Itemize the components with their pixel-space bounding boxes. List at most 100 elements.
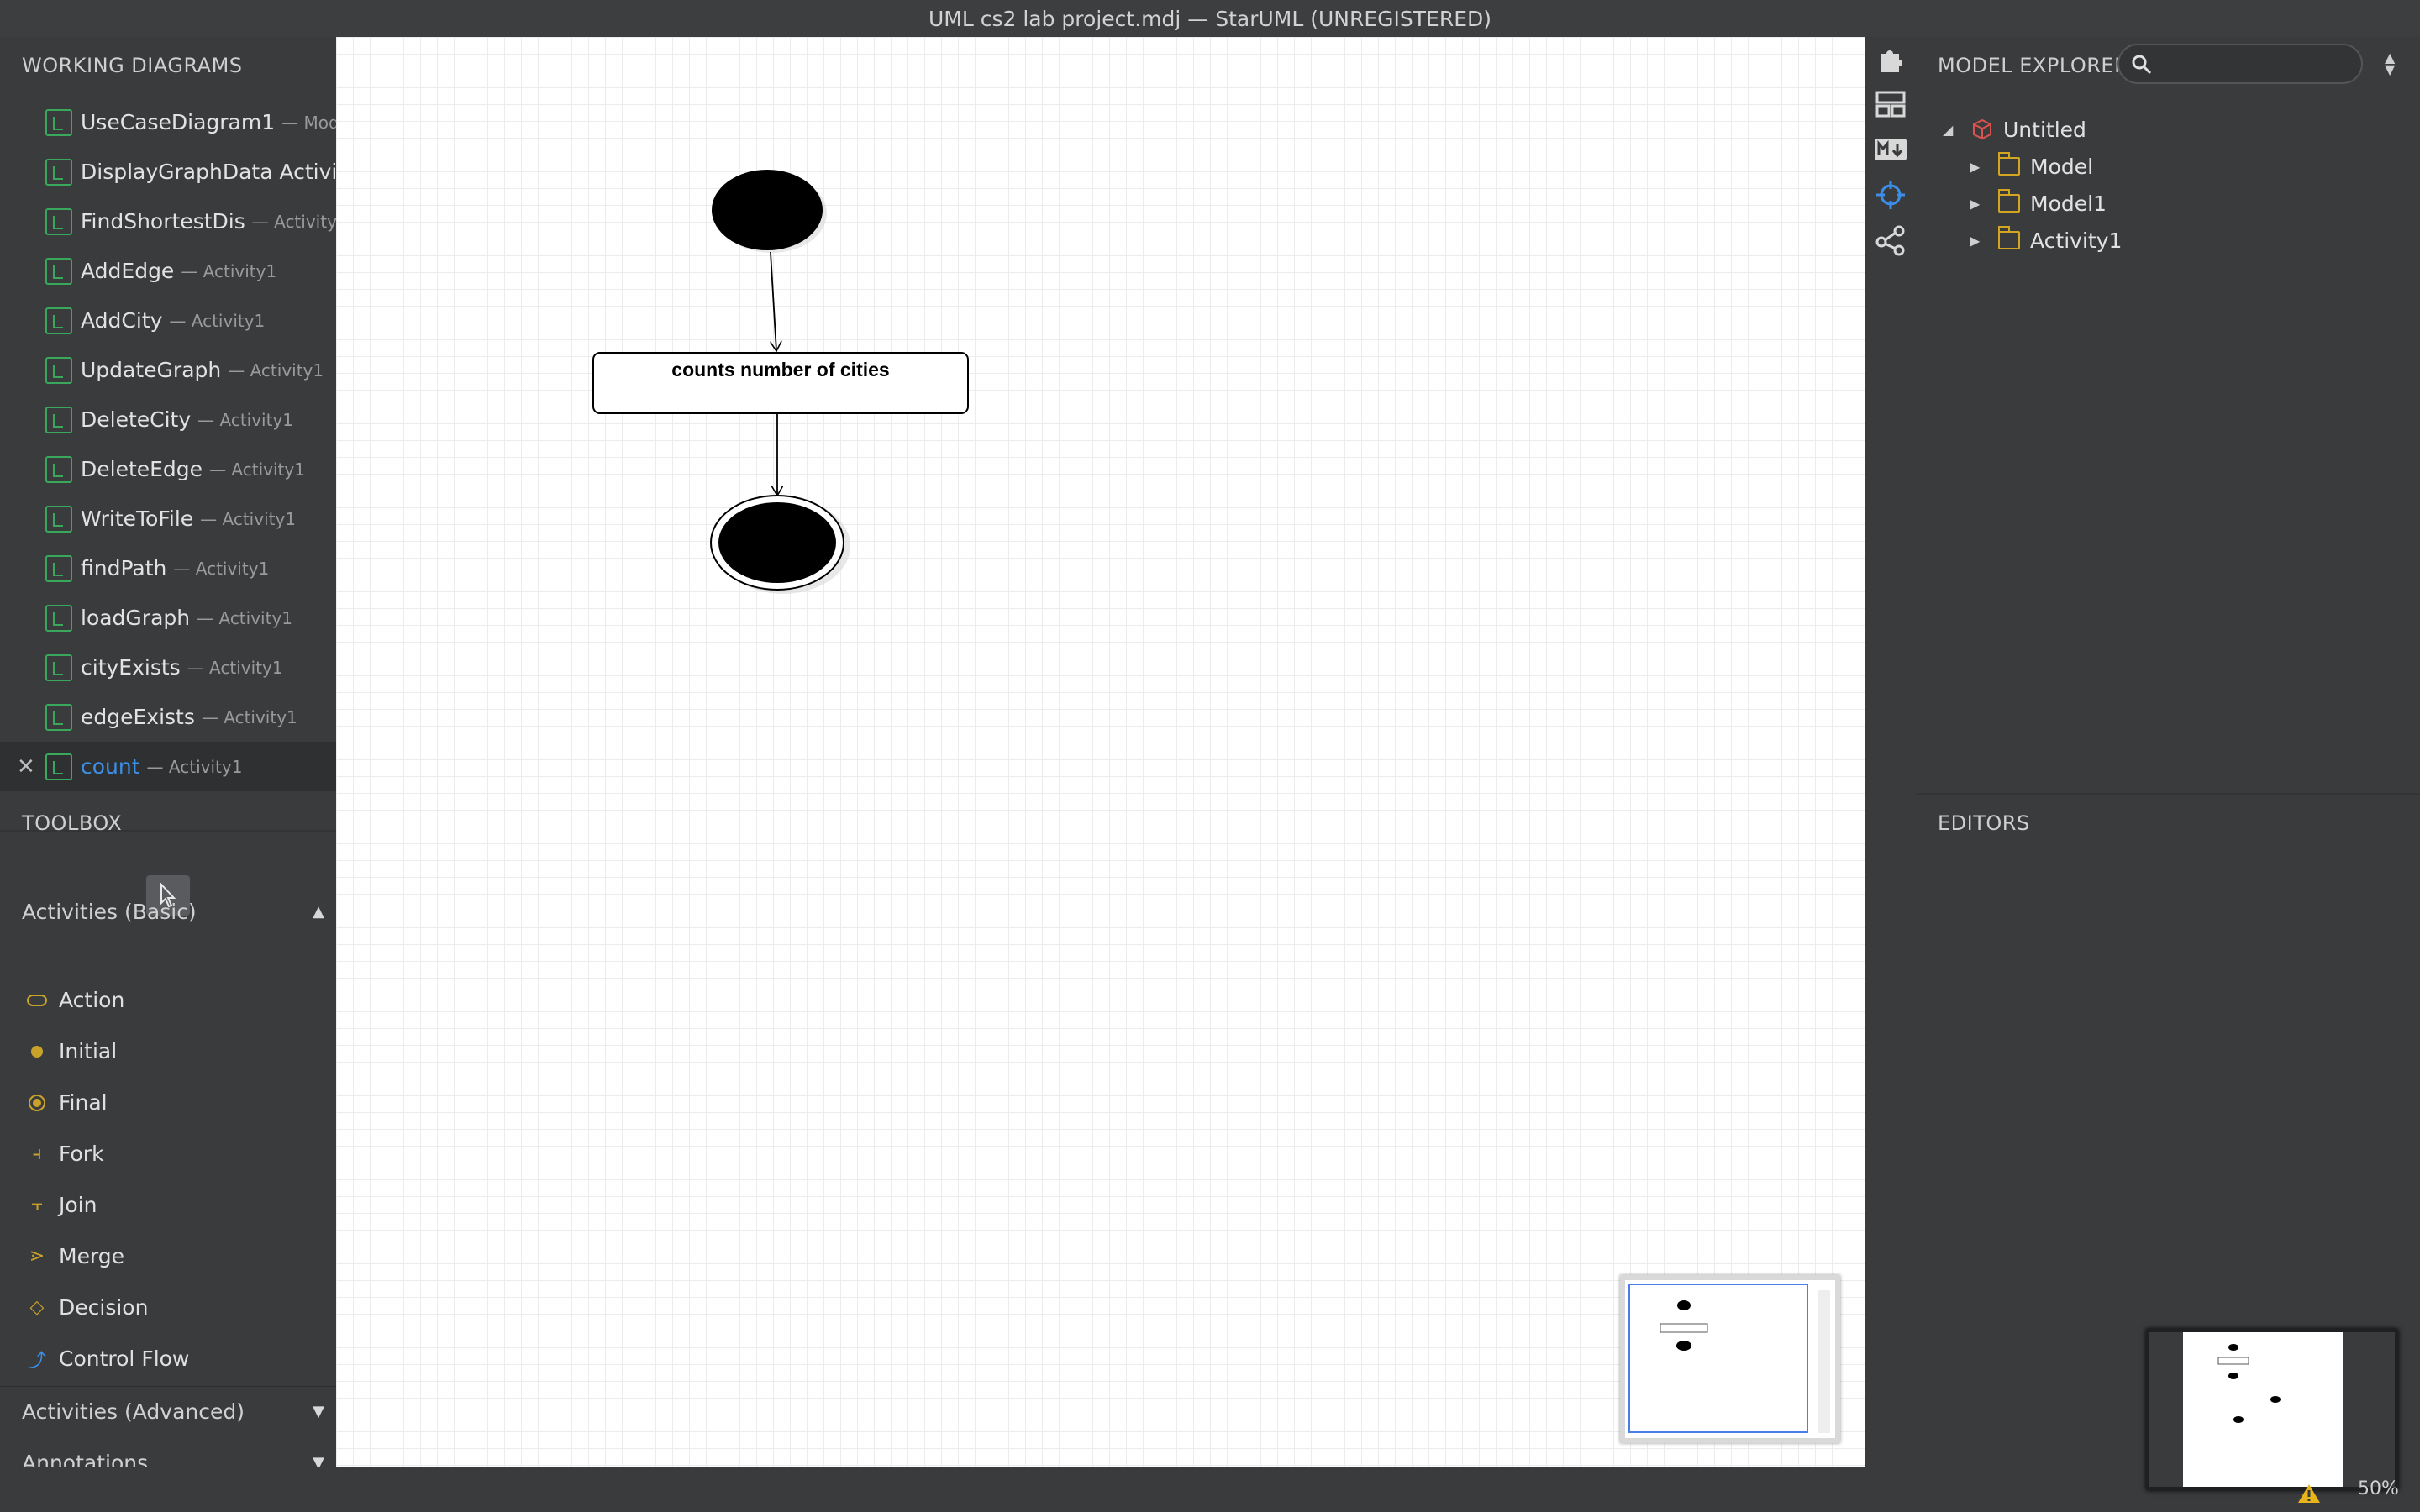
activity-diagram-icon — [45, 108, 72, 136]
search-icon — [2132, 55, 2152, 75]
diagram-minimap[interactable] — [1620, 1275, 1840, 1443]
activity-diagram-icon — [45, 753, 72, 780]
decision-icon: ◇ — [29, 1297, 45, 1318]
activity-diagram-icon — [45, 406, 72, 433]
share-button[interactable] — [1874, 223, 1907, 257]
puzzle-icon — [1881, 50, 1902, 72]
activity-diagram-icon — [45, 257, 72, 285]
tree-item-activity1[interactable]: ▶ Activity1 — [1970, 223, 2122, 257]
collapse-icon[interactable]: ◢ — [1943, 122, 1960, 138]
working-diagram-name: cityExists — [81, 655, 181, 680]
working-diagram-item[interactable]: AddEdge — Activity1 — [0, 246, 336, 296]
working-diagram-item[interactable]: cityExists — Activity1 — [0, 643, 336, 692]
tool-action[interactable]: Action — [0, 974, 336, 1026]
tool-label: Decision — [59, 1295, 149, 1320]
working-diagram-item[interactable]: AddCity — Activity1 — [0, 296, 336, 345]
search-input[interactable] — [2158, 52, 2351, 76]
navigator-button[interactable] — [1874, 178, 1907, 212]
tree-item-model1[interactable]: ▶ Model1 — [1970, 186, 2107, 220]
activity-diagram-icon — [45, 207, 72, 235]
working-diagram-item[interactable]: DeleteEdge — Activity1 — [0, 444, 336, 494]
zoom-level: 50% — [2358, 1478, 2399, 1499]
collapse-up-icon: ▲ — [313, 903, 324, 921]
window-title-bar: UML cs2 lab project.mdj — StarUML (UNREG… — [0, 0, 2420, 37]
working-diagram-item[interactable]: DisplayGraphData Activity— — [0, 147, 336, 197]
working-diagram-item[interactable]: loadGraph — Activity1 — [0, 593, 336, 643]
working-diagram-owner: — Activity1 — [187, 657, 283, 678]
working-diagram-name: UseCaseDiagram1 — [81, 110, 276, 134]
overview-preview — [2149, 1332, 2395, 1487]
working-diagram-owner: — Activity1 — [251, 211, 336, 232]
working-diagram-item[interactable]: UpdateGraph — Activity1 — [0, 345, 336, 395]
working-diagram-item[interactable]: WriteToFile — Activity1 — [0, 494, 336, 543]
panels-icon — [1876, 91, 1906, 118]
working-diagram-owner: — Activity1 — [200, 508, 297, 529]
markdown-icon — [1875, 139, 1907, 160]
share-icon — [1876, 225, 1905, 256]
minimap-preview — [1660, 1290, 1830, 1433]
working-diagram-item[interactable]: FindShortestDis — Activity1 — [0, 197, 336, 246]
working-diagram-name: count — [81, 754, 140, 779]
model-explorer-search[interactable] — [2118, 44, 2363, 84]
tool-merge[interactable]: ⋗ Merge — [0, 1231, 336, 1282]
layout-button[interactable] — [1874, 87, 1907, 121]
tool-label: Final — [59, 1090, 108, 1115]
working-diagram-item[interactable]: DeleteCity — Activity1 — [0, 395, 336, 444]
tool-label: Initial — [59, 1039, 118, 1063]
working-diagram-name: WriteToFile — [81, 507, 194, 531]
tool-decision[interactable]: ◇ Decision — [0, 1282, 336, 1333]
package-icon — [1998, 152, 2020, 176]
tool-join[interactable]: ⫟ Join — [0, 1179, 336, 1231]
tool-control-flow[interactable]: ⤴ Control Flow — [0, 1333, 336, 1384]
tool-final[interactable]: Final — [0, 1077, 336, 1128]
tool-label: Join — [59, 1193, 97, 1217]
expand-icon[interactable]: ▶ — [1970, 196, 1986, 212]
activity-diagram-icon — [45, 505, 72, 533]
group-activities-basic[interactable]: Activities (Basic) ▲ — [0, 887, 336, 937]
close-icon[interactable]: ✕ — [17, 754, 35, 780]
warning-icon[interactable] — [2297, 1483, 2321, 1504]
activity-diagram-icon — [45, 703, 72, 731]
diagram-canvas[interactable]: counts number of cities — [336, 37, 1865, 1467]
extensions-button[interactable] — [1874, 42, 1907, 76]
working-diagram-item[interactable]: findPath — Activity1 — [0, 543, 336, 593]
control-flow-1[interactable] — [770, 251, 776, 351]
tree-item-label: Activity1 — [2030, 228, 2123, 253]
tool-list: Action Initial Final ⫞ Fork ⫟ Join ⋗ Merge ◇ Decis… — [0, 974, 336, 1384]
tool-initial[interactable]: Initial — [0, 1026, 336, 1077]
action-node-label: counts number of cities — [671, 359, 889, 381]
markdown-button[interactable] — [1874, 133, 1907, 166]
tree-item-untitled[interactable]: ◢ Untitled — [1943, 113, 2086, 146]
group-activities-advanced[interactable]: Activities (Advanced) ▼ — [0, 1386, 336, 1436]
fork-icon: ⫞ — [32, 1143, 42, 1164]
activity-diagram-icon — [45, 307, 72, 334]
working-diagram-name: AddEdge — [81, 259, 175, 283]
activity-diagram-icon — [45, 158, 72, 186]
tool-label: Action — [59, 988, 125, 1012]
working-diagram-item[interactable]: edgeExists — Activity1 — [0, 692, 336, 742]
right-toolbar — [1865, 37, 1916, 1467]
tree-item-label: Untitled — [2003, 117, 2086, 142]
working-diagram-owner: — Activity1 — [169, 310, 266, 331]
action-node[interactable]: counts number of cities — [592, 352, 969, 414]
final-node[interactable] — [710, 495, 850, 594]
merge-icon: ⋗ — [29, 1246, 45, 1267]
crosshair-icon — [1876, 181, 1905, 209]
working-diagram-item[interactable]: UseCaseDiagram1— Model1 — [0, 97, 336, 147]
expand-down-icon: ▼ — [313, 1402, 324, 1420]
control-flow-icon: ⤴ — [27, 1350, 46, 1372]
right-sidebar: MODEL EXPLORER ▲ ▼ ◢ Untitled ▶ Model ▶ M… — [1916, 37, 2420, 1467]
expand-icon[interactable]: ▶ — [1970, 233, 1986, 249]
expand-icon[interactable]: ▶ — [1970, 159, 1986, 175]
tree-item-model[interactable]: ▶ Model — [1970, 150, 2093, 183]
status-bar — [0, 1467, 2420, 1512]
join-icon: ⫟ — [31, 1194, 43, 1215]
tool-fork[interactable]: ⫞ Fork — [0, 1128, 336, 1179]
sort-toggle[interactable]: ▲ ▼ — [2385, 51, 2395, 76]
working-diagram-name: DeleteEdge — [81, 457, 203, 481]
working-diagram-name: loadGraph — [81, 606, 191, 630]
initial-node[interactable] — [712, 170, 827, 253]
tool-label: Merge — [59, 1244, 125, 1268]
working-diagram-item[interactable]: ✕ count — Activity1 — [0, 742, 336, 791]
working-diagram-name: DeleteCity — [81, 407, 192, 432]
